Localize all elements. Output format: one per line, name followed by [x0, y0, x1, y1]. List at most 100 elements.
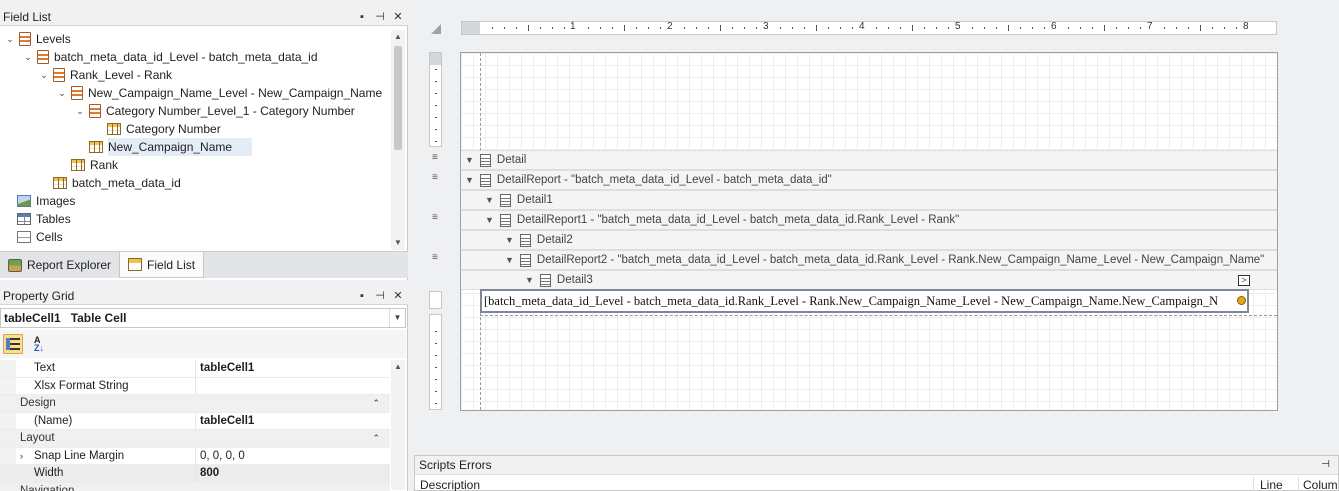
property-row-xlsx-format[interactable]: Xlsx Format String — [0, 377, 390, 395]
property-row-name[interactable]: (Name) tableCell1 — [0, 412, 390, 430]
property-row-snap-line-margin[interactable]: › Snap Line Margin 0, 0, 0, 0 — [0, 447, 390, 465]
property-name: Width — [0, 465, 196, 482]
tree-node-levels[interactable]: ⌄ Levels — [4, 30, 71, 48]
tab-report-explorer[interactable]: Report Explorer — [0, 252, 119, 278]
minimize-icon[interactable]: ▪ — [356, 11, 368, 23]
property-name: Text — [0, 360, 196, 377]
property-row-text[interactable]: Text tableCell1 — [0, 360, 390, 378]
band-detail3[interactable]: ▼ Detail3 > — [461, 270, 1277, 290]
ruler-tick — [435, 105, 437, 106]
tree-node-batch-meta-data-id[interactable]: batch_meta_data_id — [50, 174, 181, 192]
band-handle-icon[interactable]: ≡ — [432, 172, 438, 183]
minimize-icon[interactable]: ▪ — [356, 290, 368, 302]
ruler-tick — [1164, 27, 1165, 29]
property-grid-toolbar: A Z↓ — [0, 330, 406, 358]
scroll-down-icon[interactable]: ▼ — [391, 236, 405, 250]
ruler-tick — [696, 27, 697, 29]
band-detail-report2[interactable]: ▼ DetailReport2 - "batch_meta_data_id_Le… — [461, 250, 1277, 270]
scroll-up-icon[interactable]: ▲ — [391, 30, 405, 44]
smart-tag-handle-icon[interactable] — [1237, 296, 1246, 305]
band-detail1[interactable]: ▼ Detail1 — [461, 190, 1277, 210]
field-icon — [53, 177, 67, 189]
band-icon — [539, 273, 551, 287]
chevron-down-icon[interactable]: ▼ — [389, 309, 405, 327]
band-label: Detail3 — [556, 274, 593, 286]
category-navigation[interactable]: Navigation — [0, 482, 390, 491]
close-icon[interactable]: ✕ — [392, 11, 404, 23]
vertical-ruler-bottom — [429, 314, 442, 410]
property-value[interactable]: tableCell1 — [196, 360, 254, 377]
column-column[interactable]: Column — [1303, 477, 1338, 491]
tree-node-tables[interactable]: Tables — [14, 210, 71, 228]
tree-node-category-level[interactable]: ⌄ Category Number_Level_1 - Category Num… — [74, 102, 355, 120]
tree-node-campaign-level[interactable]: ⌄ New_Campaign_Name_Level - New_Campaign… — [56, 84, 382, 102]
tree-node-images[interactable]: Images — [14, 192, 75, 210]
chevron-down-icon[interactable]: ▼ — [485, 215, 494, 225]
property-value[interactable]: tableCell1 — [196, 413, 254, 430]
chevron-down-icon[interactable]: ⌄ — [38, 66, 50, 84]
ruler-tick — [1140, 27, 1141, 29]
tab-field-list[interactable]: Field List — [119, 252, 205, 278]
column-description[interactable]: Description — [420, 477, 480, 491]
category-layout[interactable]: Layout ⌃ — [0, 430, 390, 448]
alphabetical-button[interactable]: A Z↓ — [29, 334, 49, 354]
tree-node-rank[interactable]: Rank — [68, 156, 118, 174]
chevron-down-icon[interactable]: ⌄ — [74, 102, 86, 120]
tree-scrollbar[interactable]: ▲ ▼ — [391, 30, 405, 250]
scroll-up-icon[interactable]: ▲ — [391, 360, 405, 374]
pin-icon[interactable]: ⊣ — [374, 290, 386, 302]
level-icon — [71, 86, 83, 100]
band-handle-icon[interactable]: ≡ — [432, 212, 438, 223]
pin-icon[interactable]: ⊣ — [1321, 459, 1330, 470]
chevron-down-icon[interactable]: ⌄ — [56, 84, 68, 102]
table-cell[interactable]: [batch_meta_data_id_Level - batch_meta_d… — [480, 289, 1249, 313]
band-detail[interactable]: ▼ Detail — [461, 150, 1277, 170]
chevron-down-icon[interactable]: ▼ — [505, 235, 514, 245]
ruler-tick — [612, 27, 613, 29]
band-label: DetailReport1 - "batch_meta_data_id_Leve… — [516, 214, 960, 226]
collapse-icon[interactable]: ⌃ — [372, 430, 380, 447]
property-value[interactable] — [196, 378, 200, 395]
ruler-tick — [852, 27, 853, 29]
chevron-down-icon[interactable]: ▼ — [485, 195, 494, 205]
band-detail2[interactable]: ▼ Detail2 — [461, 230, 1277, 250]
collapse-icon[interactable]: ⌃ — [372, 395, 380, 412]
categorized-button[interactable] — [3, 334, 23, 354]
tree-node-category-number[interactable]: Category Number — [104, 120, 221, 138]
scroll-thumb[interactable] — [394, 46, 402, 150]
ruler-tick — [435, 69, 437, 70]
ruler-tick — [564, 27, 565, 29]
expand-icon[interactable]: › — [20, 448, 23, 465]
chevron-down-icon[interactable]: ⌄ — [4, 30, 16, 48]
tree-node-label: batch_meta_data_id — [72, 176, 181, 190]
property-value[interactable]: 0, 0, 0, 0 — [196, 448, 245, 465]
tree-node-cells[interactable]: Cells — [14, 228, 63, 246]
chevron-down-icon[interactable]: ▼ — [465, 155, 474, 165]
scripts-errors-panel: Scripts Errors ⊣ Description Line Column — [414, 455, 1339, 491]
smart-tag-button[interactable]: > — [1238, 275, 1250, 286]
report-page[interactable]: ▼ Detail ▼ DetailReport - "batch_meta_da… — [460, 52, 1278, 411]
chevron-down-icon[interactable]: ▼ — [525, 275, 534, 285]
pin-icon[interactable]: ⊣ — [374, 11, 386, 23]
band-detail-report[interactable]: ▼ DetailReport - "batch_meta_data_id_Lev… — [461, 170, 1277, 190]
tree-node-batch-level[interactable]: ⌄ batch_meta_data_id_Level - batch_meta_… — [22, 48, 318, 66]
column-line[interactable]: Line — [1260, 477, 1283, 491]
object-selector[interactable]: tableCell1 Table Cell ▼ — [0, 308, 406, 328]
scripts-errors-header: Description Line Column — [415, 477, 1338, 491]
chevron-down-icon[interactable]: ▼ — [505, 255, 514, 265]
property-row-width[interactable]: Width 800 — [0, 465, 390, 483]
tree-node-rank-level[interactable]: ⌄ Rank_Level - Rank — [38, 66, 172, 84]
band-detail-report1[interactable]: ▼ DetailReport1 - "batch_meta_data_id_Le… — [461, 210, 1277, 230]
tree-node-new-campaign-name[interactable]: New_Campaign_Name — [86, 138, 253, 156]
band-handle-icon[interactable]: ≡ — [432, 252, 438, 263]
band-handle-icon[interactable]: ≡ — [432, 152, 438, 163]
ruler-tick — [1224, 27, 1225, 29]
chevron-down-icon[interactable]: ⌄ — [22, 48, 34, 66]
category-design[interactable]: Design ⌃ — [0, 395, 390, 413]
property-grid-scrollbar[interactable]: ▲ — [391, 360, 405, 490]
ruler-tick — [1032, 27, 1033, 29]
close-icon[interactable]: ✕ — [392, 290, 404, 302]
property-value[interactable]: 800 — [196, 465, 219, 482]
chevron-down-icon[interactable]: ▼ — [465, 175, 474, 185]
ruler-number: 8 — [1243, 21, 1249, 32]
